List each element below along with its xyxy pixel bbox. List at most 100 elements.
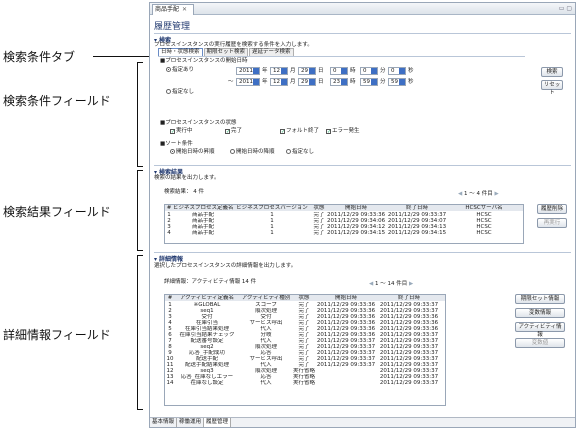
radio-specified[interactable]: 指定あり <box>166 67 194 74</box>
count-unit: 件 <box>198 189 205 195</box>
annotation-detail: 詳細情報フィールド <box>3 328 111 342</box>
checkbox-icon: ✓ <box>170 129 176 135</box>
unit-min: 分 <box>380 79 386 85</box>
unit-sec: 秒 <box>408 68 414 74</box>
editor-tab[interactable]: 商品手配 ✕ <box>152 4 194 15</box>
divider <box>158 56 525 57</box>
unit-hour: 時 <box>350 79 356 85</box>
tab-delay-search[interactable]: 遅延データ検索 <box>249 48 294 56</box>
divider <box>154 165 571 166</box>
reset-button[interactable]: リセット <box>541 80 563 96</box>
tab-period-search[interactable]: 期限セット検索 <box>203 48 249 56</box>
cell: 代入 <box>260 380 272 386</box>
checkbox-icon: ✓ <box>225 129 231 135</box>
cell: 14 <box>166 380 174 386</box>
cell: 完了 <box>313 230 325 236</box>
close-icon[interactable]: ✕ <box>182 6 187 13</box>
to-sec-select[interactable]: 59 <box>388 78 406 86</box>
detail-header[interactable]: 詳細情報 <box>154 254 183 263</box>
period-info-button[interactable]: 期限セット情報 <box>515 294 565 304</box>
radio-icon <box>166 89 171 94</box>
radio-icon <box>230 149 235 154</box>
radio-none[interactable]: 指定なし <box>166 89 194 96</box>
search-button[interactable]: 検索 <box>541 67 563 77</box>
bottom-tabs: 基本情報 稼働運用 履歴管理 <box>150 417 575 427</box>
unit-min: 分 <box>380 68 386 74</box>
table-row[interactable]: 4 商品手配 1 完了 2011/12/29 09:34:15 2011/12/29 09… <box>165 230 523 236</box>
page-title: 履歴管理 <box>154 22 191 32</box>
cell: 実行省略 <box>293 380 315 386</box>
col-num: # <box>166 205 172 211</box>
count-value: 4 <box>193 189 197 195</box>
tab-datetime-search[interactable]: 日時・状態検索 <box>158 48 203 56</box>
radio-icon <box>286 149 291 154</box>
tab-operation[interactable]: 稼働運用 <box>177 418 205 427</box>
to-min-select[interactable]: 59 <box>360 78 378 86</box>
count-unit: 件 <box>250 279 257 285</box>
to-year-spinner[interactable]: 2011 <box>236 78 260 86</box>
cell: 2011/12/29 09:34:15 <box>387 230 447 236</box>
state-label: ■プロセスインスタンスの状態 <box>160 120 237 126</box>
radio-label: 指定あり <box>172 67 195 73</box>
chk-fault[interactable]: ✓フォルト終了 <box>280 128 319 135</box>
prev-page-icon[interactable]: ◀ <box>369 281 373 287</box>
minimize-maximize-icon[interactable]: ▭ ▢ <box>559 5 572 12</box>
col-kind: アクティビティ種別 <box>241 295 291 301</box>
unit-year: 年 <box>262 79 268 85</box>
unit-day: 日 <box>318 79 324 85</box>
bracket-detail <box>137 255 143 410</box>
chk-running[interactable]: ✓実行中 <box>170 128 193 135</box>
from-month-select[interactable]: 12 <box>270 67 288 75</box>
cell: 在庫なし設定 <box>190 380 224 386</box>
radio-sort-asc[interactable]: 開始日時の昇順 <box>170 149 215 156</box>
sort-label: ■ソート条件 <box>160 141 193 147</box>
bracket-search <box>137 62 143 167</box>
variable-info-button[interactable]: 変数情報 <box>515 308 565 318</box>
to-hour-select[interactable]: 23 <box>330 78 348 86</box>
detail-count: 詳細情報：アクティビティ情報 14 件 <box>164 279 256 286</box>
col-state: 状態 <box>298 295 310 301</box>
cell: 2011/12/29 09:33:37 <box>379 380 439 386</box>
next-page-icon[interactable]: ▶ <box>409 281 413 287</box>
app-window: 商品手配✕ ▭ ▢ 履歴管理 検索 プロセスインスタンスの実行履歴を検索する条件… <box>149 2 576 428</box>
chk-error[interactable]: ✓エラー発生 <box>326 128 360 135</box>
radio-label: 開始日時の昇順 <box>176 149 215 155</box>
col-start: 開始日時 <box>344 205 367 211</box>
start-datetime-label: ■プロセスインスタンスの開始日時 <box>160 58 248 64</box>
col-end: 終了日時 <box>397 295 420 301</box>
detail-desc: 選択したプロセスインスタンスの詳細情報を出力します。 <box>154 263 297 269</box>
delete-history-button[interactable]: 履歴削除 <box>537 204 567 214</box>
prev-page-icon[interactable]: ◀ <box>458 191 462 197</box>
next-page-icon[interactable]: ▶ <box>494 191 498 197</box>
tab-basic-info[interactable]: 基本情報 <box>150 418 178 427</box>
activity-info-button[interactable]: アクティビティ情報 <box>515 322 565 338</box>
from-day-select[interactable]: 29 <box>298 67 316 75</box>
radio-label: 開始日時の降順 <box>236 149 275 155</box>
search-subtabs: 日時・状態検索 期限セット検索 遅延データ検索 <box>158 48 295 56</box>
chk-complete[interactable]: ✓完了 <box>225 128 242 135</box>
radio-icon <box>170 149 175 154</box>
rerun-button[interactable]: 再実行 <box>537 218 567 228</box>
radio-sort-desc[interactable]: 開始日時の降順 <box>230 149 275 156</box>
count-label: 検索結果： <box>164 189 192 195</box>
to-month-select[interactable]: 12 <box>270 78 288 86</box>
to-day-select[interactable]: 29 <box>298 78 316 86</box>
from-hour-select[interactable]: 0 <box>330 67 348 75</box>
table-row[interactable]: 14 在庫なし設定 代入 実行省略 2011/12/29 09:33:37 <box>165 380 445 386</box>
variable-edit-button[interactable]: 変数値 <box>515 338 565 348</box>
table-header: # ビジネスプロセス定義名 ビジネスプロセスバージョン 状態 開始日時 終了日時… <box>165 205 523 211</box>
tab-history[interactable]: 履歴管理 <box>204 418 232 427</box>
from-sec-select[interactable]: 0 <box>388 67 406 75</box>
col-def: ビジネスプロセス定義名 <box>173 205 233 211</box>
detail-pager: ◀ 1 ～ 14 件目 ▶ <box>369 279 413 287</box>
from-min-select[interactable]: 0 <box>360 67 378 75</box>
col-ver: ビジネスプロセスバージョン <box>236 205 308 211</box>
count-label: 詳細情報：アクティビティ情報 <box>164 279 241 285</box>
from-year-spinner[interactable]: 2011 <box>236 67 260 75</box>
cell: 2011/12/29 09:34:15 <box>327 230 385 236</box>
col-server: HCSCサーバ名 <box>465 205 503 211</box>
col-end: 終了日時 <box>405 205 428 211</box>
radio-sort-none[interactable]: 指定なし <box>286 149 314 156</box>
unit-year: 年 <box>262 68 268 74</box>
cell: HCSC <box>476 230 492 236</box>
